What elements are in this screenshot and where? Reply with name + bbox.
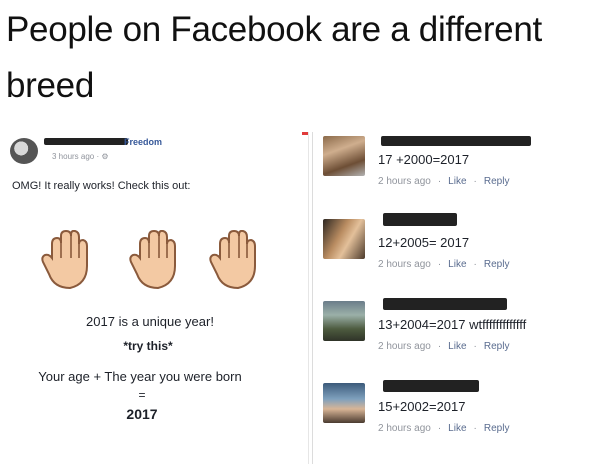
comment-text: 12+2005= 2017	[378, 235, 470, 250]
comment: 17 +2000=2017 2 hours ago · Like · Reply	[323, 134, 588, 198]
scroll-indicator	[302, 132, 308, 135]
commenter-avatar[interactable]	[323, 219, 365, 259]
post-text: OMG! It really works! Check this out:	[12, 180, 191, 192]
meme-title: People on Facebook are a different breed	[6, 10, 542, 105]
comment-text: 17 +2000=2017	[378, 152, 470, 167]
page-name[interactable]: Freedom	[124, 137, 162, 147]
commenter-avatar[interactable]	[323, 301, 365, 341]
post-line-try-this: *try this*	[123, 339, 173, 353]
comment-meta: 2 hours ago · Like · Reply	[378, 423, 510, 434]
redacted-name	[383, 380, 479, 392]
post-timestamp: 3 hours ago · ⚙	[52, 152, 109, 161]
comment-text: 13+2004=2017 wtfffffffffffff	[378, 317, 527, 332]
redacted-name	[44, 138, 128, 145]
reply-link[interactable]: Reply	[484, 176, 510, 187]
redacted-name	[383, 213, 457, 226]
redacted-name	[383, 298, 507, 310]
comment-time: 2 hours ago	[378, 341, 431, 352]
reply-link[interactable]: Reply	[484, 423, 510, 434]
post-time-text: 3 hours ago ·	[52, 152, 102, 161]
comment: 15+2002=2017 2 hours ago · Like · Reply	[323, 380, 588, 445]
comment-meta: 2 hours ago · Like · Reply	[378, 341, 510, 352]
comment-time: 2 hours ago	[378, 176, 431, 187]
comment-meta: 2 hours ago · Like · Reply	[378, 176, 510, 187]
commenter-avatar[interactable]	[323, 136, 365, 176]
facebook-post: Freedom 3 hours ago · ⚙ OMG! It really w…	[0, 132, 309, 464]
page-avatar[interactable]	[10, 138, 38, 164]
globe-icon: ⚙	[101, 152, 109, 161]
commenter-avatar[interactable]	[323, 383, 365, 423]
post-line-result: 2017	[126, 406, 158, 422]
reply-link[interactable]: Reply	[484, 259, 510, 270]
comments-panel: 17 +2000=2017 2 hours ago · Like · Reply 12+…	[312, 132, 589, 464]
like-link[interactable]: Like	[448, 423, 466, 434]
reply-link[interactable]: Reply	[484, 341, 510, 352]
redacted-name	[381, 136, 531, 146]
comment: 12+2005= 2017 2 hours ago · Like · Reply	[323, 213, 588, 281]
like-link[interactable]: Like	[448, 176, 466, 187]
hand-emojis	[40, 230, 290, 294]
comment-text: 15+2002=2017	[378, 399, 466, 414]
comment-time: 2 hours ago	[378, 423, 431, 434]
post-line-unique-year: 2017 is a unique year!	[86, 314, 214, 329]
comment-time: 2 hours ago	[378, 259, 431, 270]
post-line-equals: =	[138, 388, 146, 402]
raised-hand-icon	[129, 230, 176, 290]
raised-hand-icon	[41, 230, 88, 290]
post-line-formula: Your age + The year you were born	[38, 369, 242, 384]
comment-meta: 2 hours ago · Like · Reply	[378, 259, 510, 270]
like-link[interactable]: Like	[448, 259, 466, 270]
comment: 13+2004=2017 wtfffffffffffff 2 hours ago…	[323, 298, 588, 363]
like-link[interactable]: Like	[448, 341, 466, 352]
raised-hand-icon	[209, 230, 256, 290]
